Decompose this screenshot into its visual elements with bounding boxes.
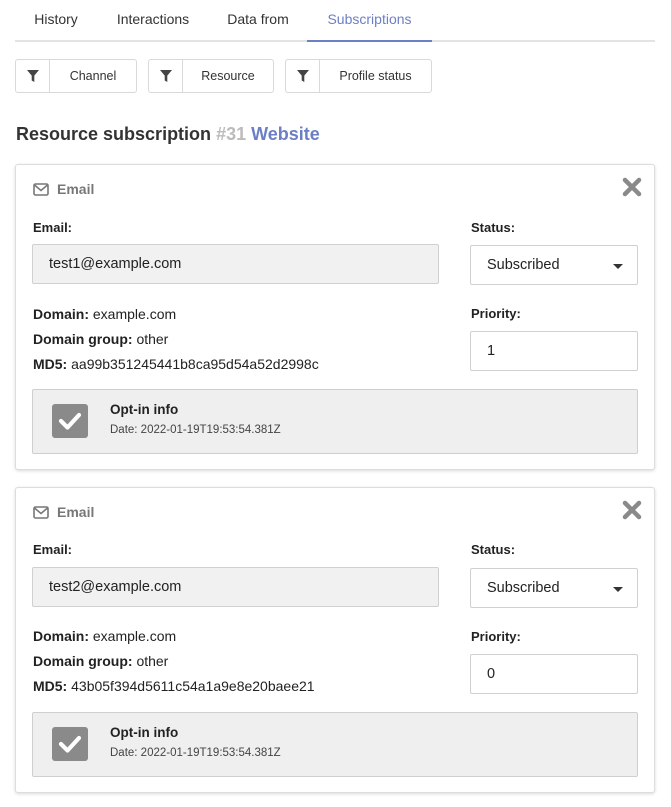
md5-info: MD5: 43b05f394d5611c54a1a9e8e20baee21 — [33, 678, 315, 694]
card-title: Email — [33, 502, 94, 522]
domain-group-info: Domain group: other — [33, 653, 168, 669]
domain-group-value: other — [136, 653, 169, 669]
filter-icon — [16, 60, 50, 92]
status-label: Status: — [471, 220, 516, 235]
md5-value: 43b05f394d5611c54a1a9e8e20baee21 — [71, 678, 315, 694]
domain-group-label: Domain group: — [33, 331, 133, 347]
domain-group-info: Domain group: other — [33, 331, 168, 347]
status-value: Subscribed — [487, 257, 560, 273]
card-title-text: Email — [57, 504, 95, 520]
priority-field[interactable]: 0 — [470, 654, 638, 694]
md5-value: aa99b351245441b8ca95d54a52d2998c — [71, 356, 319, 372]
optin-date: Date: 2022-01-19T19:53:54.381Z — [110, 424, 281, 436]
profile-status-filter-button[interactable]: Profile status — [285, 59, 432, 93]
status-label: Status: — [471, 542, 516, 557]
domain-info: Domain: example.com — [33, 306, 176, 322]
page-title-text: Resource subscription — [16, 124, 212, 144]
md5-label: MD5: — [33, 678, 68, 694]
filter-icon — [149, 60, 183, 92]
card-title: Email — [33, 179, 94, 199]
domain-group-label: Domain group: — [33, 653, 133, 669]
filter-label: Resource — [201, 69, 255, 83]
chevron-down-icon — [613, 587, 623, 592]
optin-info-box: Opt-in info Date: 2022-01-19T19:53:54.38… — [32, 389, 638, 454]
status-select[interactable]: Subscribed — [470, 245, 638, 285]
filter-icon — [286, 60, 320, 92]
domain-label: Domain: — [33, 628, 89, 644]
optin-info-box: Opt-in info Date: 2022-01-19T19:53:54.38… — [32, 712, 638, 777]
status-value: Subscribed — [487, 580, 560, 596]
optin-title: Opt-in info — [110, 725, 179, 740]
resource-id: #31 — [216, 124, 247, 144]
channel-filter-button[interactable]: Channel — [15, 59, 137, 93]
envelope-icon — [33, 505, 49, 519]
tab-bar: History Interactions Data from Subscript… — [15, 0, 655, 42]
priority-label: Priority: — [471, 629, 521, 644]
priority-label: Priority: — [471, 306, 521, 321]
domain-info: Domain: example.com — [33, 628, 176, 644]
tab-interactions[interactable]: Interactions — [97, 0, 209, 40]
status-select[interactable]: Subscribed — [470, 568, 638, 608]
email-field[interactable]: test2@example.com — [32, 567, 439, 607]
email-label: Email: — [33, 542, 73, 557]
checkbox-checked-icon — [52, 727, 88, 761]
page-title: Resource subscription #31 Website — [16, 124, 320, 145]
tab-data-from[interactable]: Data from — [209, 0, 307, 40]
optin-title: Opt-in info — [110, 402, 179, 417]
filter-label: Profile status — [339, 69, 412, 83]
email-label: Email: — [33, 220, 73, 235]
resource-link[interactable]: Website — [251, 124, 320, 144]
optin-date: Date: 2022-01-19T19:53:54.381Z — [110, 747, 281, 759]
close-icon[interactable] — [622, 500, 642, 520]
subscription-card: Email Email: test1@example.com Status: S… — [15, 164, 655, 470]
domain-value: example.com — [92, 628, 177, 644]
resource-filter-button[interactable]: Resource — [148, 59, 274, 93]
subscription-card: Email Email: test2@example.com Status: S… — [15, 487, 655, 793]
filter-label: Channel — [69, 69, 117, 83]
envelope-icon — [33, 182, 49, 196]
md5-label: MD5: — [33, 356, 68, 372]
domain-value: example.com — [92, 306, 177, 322]
tab-history[interactable]: History — [15, 0, 97, 40]
tab-subscriptions[interactable]: Subscriptions — [307, 0, 432, 42]
close-icon[interactable] — [622, 177, 642, 197]
chevron-down-icon — [613, 264, 623, 269]
checkbox-checked-icon — [52, 404, 88, 438]
card-title-text: Email — [57, 181, 95, 197]
email-field[interactable]: test1@example.com — [32, 244, 439, 284]
md5-info: MD5: aa99b351245441b8ca95d54a52d2998c — [33, 356, 319, 372]
domain-label: Domain: — [33, 306, 89, 322]
domain-group-value: other — [136, 331, 169, 347]
priority-field[interactable]: 1 — [470, 331, 638, 371]
